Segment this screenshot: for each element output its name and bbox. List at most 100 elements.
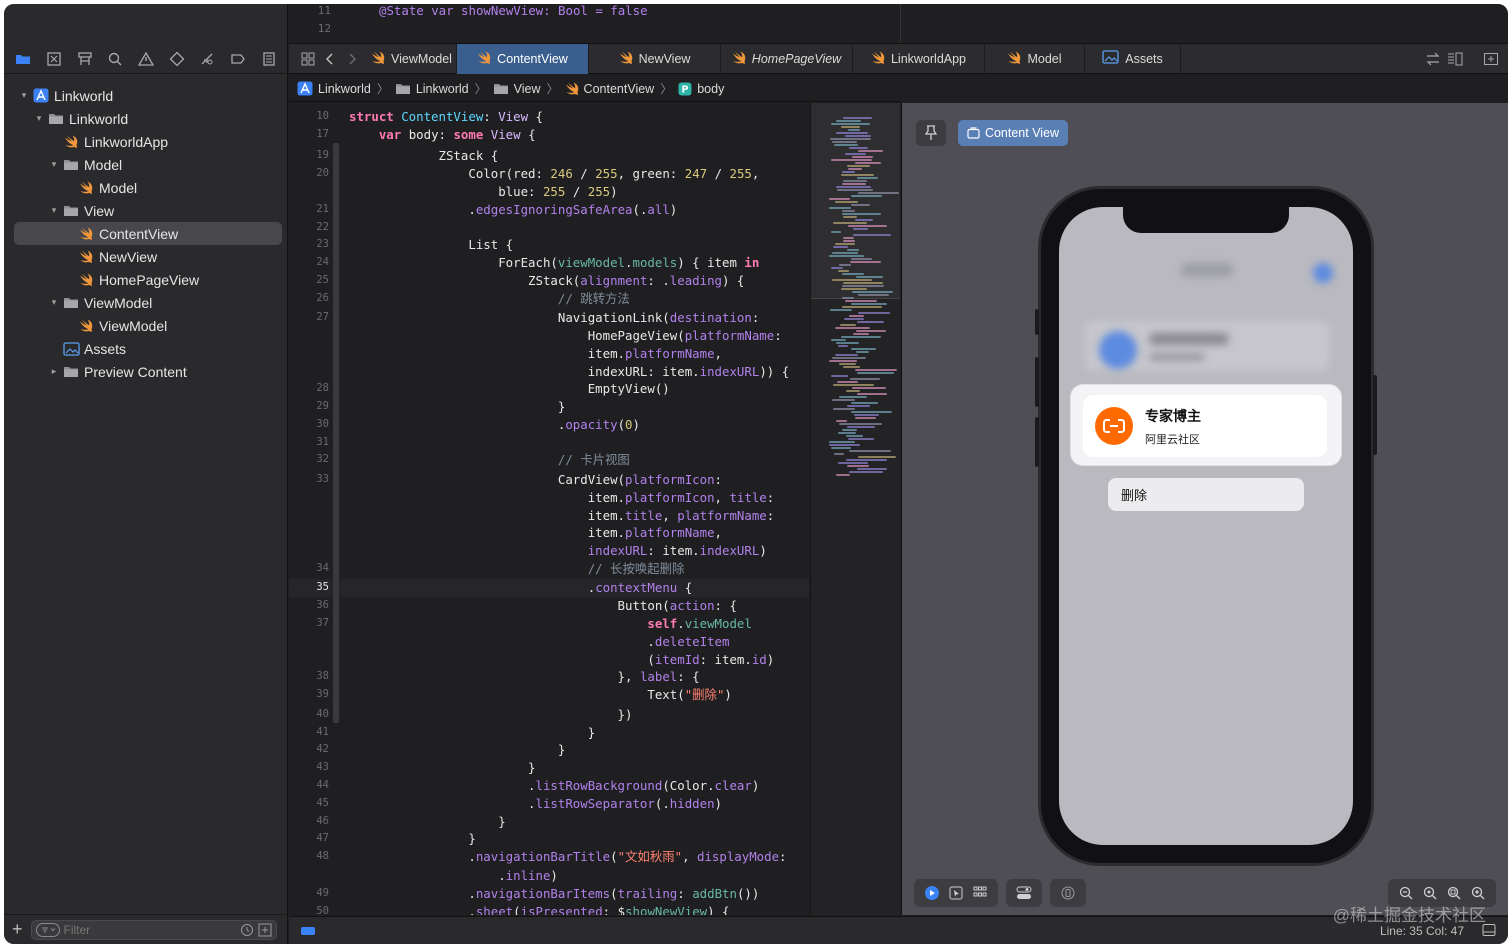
inspector-toggle-icon[interactable] bbox=[1482, 923, 1496, 942]
tree-item-linkworldapp[interactable]: LinkworldApp bbox=[4, 130, 288, 153]
code-line[interactable]: }, label: { bbox=[349, 668, 700, 686]
breakpoint-icon[interactable] bbox=[227, 48, 249, 70]
code-line[interactable]: List { bbox=[349, 236, 513, 254]
code-line[interactable]: // 长按唤起删除 bbox=[349, 560, 685, 578]
code-line[interactable]: struct ContentView: View { bbox=[349, 108, 543, 126]
disclosure-chevron-icon[interactable]: ▾ bbox=[18, 90, 30, 101]
recent-files-icon[interactable] bbox=[240, 923, 254, 937]
breadcrumb-item-body[interactable]: Pbody bbox=[678, 82, 724, 96]
context-menu-preview-card[interactable]: 专家博主 阿里云社区 bbox=[1071, 385, 1341, 465]
line-number[interactable]: 10 bbox=[289, 110, 329, 122]
line-number[interactable]: 40 bbox=[289, 708, 329, 720]
code-line[interactable]: .listRowBackground(Color.clear) bbox=[349, 777, 759, 795]
line-number[interactable]: 24 bbox=[289, 256, 329, 268]
zoom-100-icon[interactable] bbox=[1420, 883, 1440, 903]
code-line[interactable]: // 跳转方法 bbox=[349, 290, 630, 308]
report-icon[interactable] bbox=[258, 48, 280, 70]
code-line[interactable]: } bbox=[349, 759, 535, 777]
code-line[interactable]: self.viewModel bbox=[349, 615, 751, 633]
line-number[interactable]: 22 bbox=[289, 221, 329, 233]
code-line[interactable]: .contextMenu { bbox=[349, 579, 692, 597]
line-number[interactable]: 50 bbox=[289, 905, 329, 915]
disclosure-chevron-icon[interactable]: ▾ bbox=[33, 113, 45, 124]
line-number[interactable]: 35 bbox=[289, 581, 329, 593]
zoom-out-icon[interactable] bbox=[1396, 883, 1416, 903]
card-view[interactable]: 专家博主 阿里云社区 bbox=[1083, 395, 1327, 457]
breadcrumb-item-contentview[interactable]: ContentView bbox=[565, 82, 654, 96]
debug-icon[interactable] bbox=[196, 48, 218, 70]
tree-item-linkworld[interactable]: ▾ Linkworld bbox=[4, 84, 288, 107]
minimap[interactable] bbox=[810, 103, 900, 915]
line-number[interactable]: 28 bbox=[289, 382, 329, 394]
tab-linkworldapp[interactable]: LinkworldApp bbox=[853, 43, 985, 74]
line-number[interactable]: 44 bbox=[289, 779, 329, 791]
tree-item-homepageview[interactable]: HomePageView bbox=[4, 268, 288, 291]
selectable-preview-icon[interactable] bbox=[946, 883, 966, 903]
back-icon[interactable] bbox=[319, 48, 341, 70]
line-number[interactable]: 42 bbox=[289, 743, 329, 755]
code-line[interactable]: .inline) bbox=[349, 867, 558, 885]
tree-item-view[interactable]: ▾ View bbox=[4, 199, 288, 222]
code-editor[interactable]: 10 17 19 20 21 22 23 24 25 26 27 28 29 30 31 32 33 34 35 36… bbox=[289, 103, 809, 915]
tree-item-contentview[interactable]: ContentView bbox=[14, 222, 282, 245]
delete-menu-item[interactable]: 删除 bbox=[1108, 478, 1304, 511]
tree-item-viewmodel[interactable]: ▾ ViewModel bbox=[4, 291, 288, 314]
disclosure-chevron-icon[interactable]: ▾ bbox=[48, 159, 60, 170]
tab-homepageview[interactable]: HomePageView bbox=[721, 43, 853, 74]
line-number[interactable]: 20 bbox=[289, 167, 329, 179]
code-line[interactable]: .sheet(isPresented: $showNewView) { bbox=[349, 903, 729, 915]
code-line[interactable]: .navigationBarItems(trailing: addBtn()) bbox=[349, 885, 759, 903]
line-number[interactable]: 49 bbox=[289, 887, 329, 899]
filter-options-icon[interactable] bbox=[35, 922, 60, 937]
tree-item-newview[interactable]: NewView bbox=[4, 245, 288, 268]
tree-item-linkworld[interactable]: ▾ Linkworld bbox=[4, 107, 288, 130]
tab-assets[interactable]: Assets bbox=[1085, 43, 1181, 74]
line-number[interactable]: 45 bbox=[289, 797, 329, 809]
code-line[interactable]: .listRowSeparator(.hidden) bbox=[349, 795, 722, 813]
line-number[interactable]: 37 bbox=[289, 617, 329, 629]
search-icon[interactable] bbox=[104, 48, 126, 70]
code-line[interactable]: Button(action: { bbox=[349, 597, 737, 615]
line-number[interactable]: 31 bbox=[289, 436, 329, 448]
tree-item-assets[interactable]: Assets bbox=[4, 337, 288, 360]
variants-icon[interactable] bbox=[970, 883, 990, 903]
line-number[interactable]: 41 bbox=[289, 726, 329, 738]
code-line[interactable]: } bbox=[349, 398, 565, 416]
code-line[interactable]: // 卡片视图 bbox=[349, 451, 630, 469]
pin-preview-button[interactable] bbox=[916, 120, 946, 146]
filter-input[interactable] bbox=[63, 922, 234, 937]
code-line[interactable]: (itemId: item.id) bbox=[349, 651, 774, 669]
code-line[interactable]: .navigationBarTitle("文如秋雨", displayMode: bbox=[349, 848, 786, 866]
line-number[interactable]: 46 bbox=[289, 815, 329, 827]
zoom-fit-icon[interactable] bbox=[1444, 883, 1464, 903]
code-line[interactable]: Text("删除") bbox=[349, 686, 731, 704]
source-control-filter-icon[interactable] bbox=[258, 923, 272, 937]
add-editor-icon[interactable] bbox=[1480, 48, 1502, 70]
line-number[interactable]: 47 bbox=[289, 832, 329, 844]
code-line[interactable]: item.platformIcon, title: bbox=[349, 489, 775, 507]
simulator-screen[interactable]: 专家博主 阿里云社区 删除 bbox=[1059, 207, 1353, 845]
line-number[interactable]: 39 bbox=[289, 688, 329, 700]
code-line[interactable]: ZStack { bbox=[349, 147, 499, 165]
grid-icon[interactable] bbox=[297, 48, 319, 70]
code-line[interactable]: EmptyView() bbox=[349, 380, 670, 398]
tab-contentview[interactable]: ContentView bbox=[457, 43, 589, 74]
test-icon[interactable] bbox=[166, 48, 188, 70]
code-line[interactable]: .deleteItem bbox=[349, 633, 729, 651]
code-line[interactable]: Color(red: 246 / 255, green: 247 / 255, bbox=[349, 165, 759, 183]
breadcrumb-item-view[interactable]: View bbox=[493, 82, 541, 96]
line-number[interactable]: 38 bbox=[289, 670, 329, 682]
line-number[interactable]: 33 bbox=[289, 473, 329, 485]
forward-icon[interactable] bbox=[341, 48, 363, 70]
filter-field[interactable] bbox=[30, 919, 277, 940]
disclosure-chevron-icon[interactable]: ▾ bbox=[48, 297, 60, 308]
code-line[interactable]: .opacity(0) bbox=[349, 416, 640, 434]
code-line[interactable]: } bbox=[349, 813, 505, 831]
code-line[interactable]: item.platformName, bbox=[349, 345, 722, 363]
line-number[interactable]: 27 bbox=[289, 311, 329, 323]
line-number[interactable]: 43 bbox=[289, 761, 329, 773]
code-line[interactable]: item.platformName, bbox=[349, 524, 722, 542]
code-line[interactable]: } bbox=[349, 830, 475, 848]
tab-viewmodel[interactable]: ViewModel bbox=[367, 43, 457, 74]
tree-item-model[interactable]: Model bbox=[4, 176, 288, 199]
